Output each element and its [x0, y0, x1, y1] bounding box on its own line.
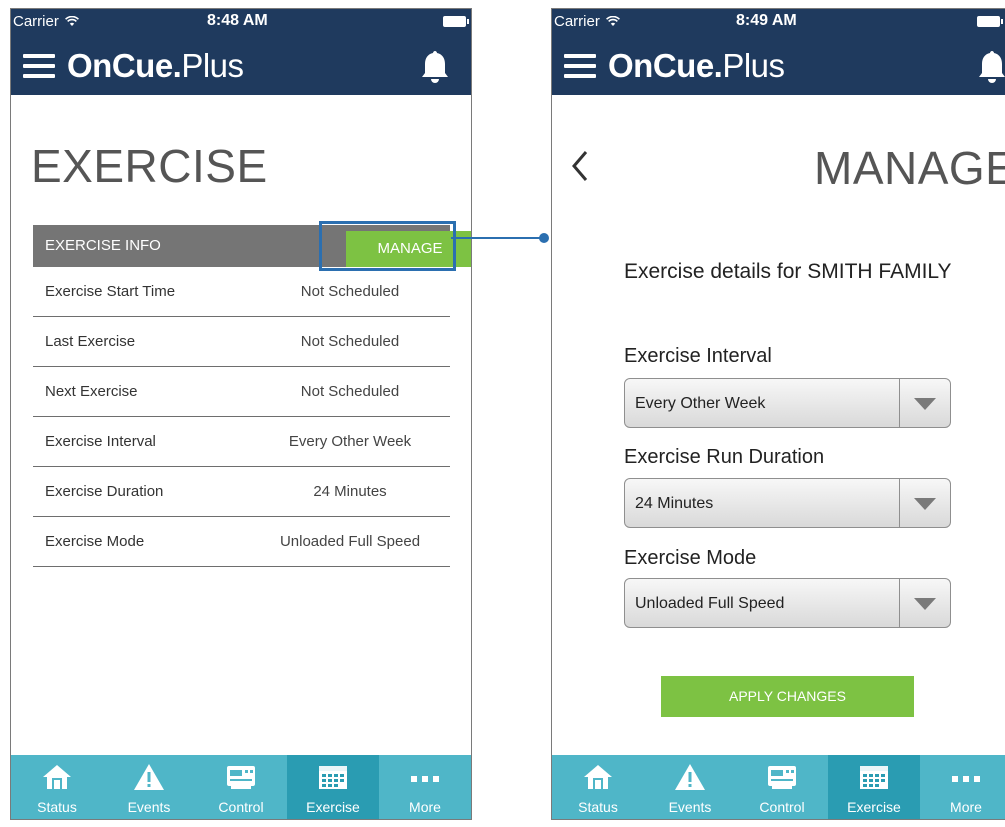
warning-icon — [133, 763, 165, 791]
info-row-value: Not Scheduled — [300, 383, 400, 400]
info-row: Next Exercise Not Scheduled — [33, 367, 450, 417]
calendar-icon — [317, 763, 349, 791]
app-header: Carrier 8:49 AM OnCue.Plus — [552, 9, 1005, 95]
select-divider — [899, 579, 900, 627]
wifi-icon — [606, 16, 620, 26]
hamburger-menu-icon[interactable] — [564, 54, 596, 78]
more-dots-icon — [950, 763, 982, 791]
exercise-mode-label: Exercise Mode — [624, 547, 757, 569]
tab-label: Exercise — [847, 799, 901, 815]
exercise-run-duration-select[interactable]: 24 Minutes — [624, 478, 951, 528]
control-panel-icon — [225, 763, 257, 791]
back-chevron-icon[interactable] — [570, 149, 590, 183]
carrier-label: Carrier — [554, 13, 620, 30]
manage-screen: Carrier 8:49 AM OnCue.Plus MANAGE Exerci… — [551, 8, 1005, 820]
dropdown-arrow-icon — [914, 598, 936, 610]
info-row-label: Last Exercise — [45, 333, 136, 350]
info-row-value: Not Scheduled — [300, 283, 400, 300]
tab-label: Events — [127, 799, 171, 815]
more-dots-icon — [409, 763, 441, 791]
info-row-label: Exercise Mode — [45, 533, 145, 550]
control-panel-icon — [766, 763, 798, 791]
info-row: Exercise Interval Every Other Week — [33, 417, 450, 467]
status-bar: Carrier 8:49 AM — [552, 9, 1005, 35]
info-row-label: Exercise Start Time — [45, 283, 176, 300]
tab-status[interactable]: Status — [11, 755, 103, 819]
dropdown-arrow-icon — [914, 498, 936, 510]
tab-label: Status — [578, 799, 618, 815]
exercise-info-table: Exercise Start Time Not Scheduled Last Exe… — [33, 267, 450, 567]
select-divider — [899, 379, 900, 427]
battery-icon — [977, 16, 1003, 27]
status-bar: Carrier 8:48 AM — [11, 9, 471, 35]
exercise-interval-label: Exercise Interval — [624, 345, 772, 367]
exercise-screen: Carrier 8:48 AM OnCue.Plus EXERCISE EXER… — [10, 8, 472, 820]
info-row-label: Next Exercise — [45, 383, 138, 400]
wifi-icon — [65, 16, 79, 26]
info-row-value: Not Scheduled — [300, 333, 400, 350]
details-heading: Exercise details for SMITH FAMILY — [624, 260, 952, 283]
tab-label: Status — [37, 799, 77, 815]
bell-icon[interactable] — [420, 49, 450, 85]
tab-control[interactable]: Control — [195, 755, 287, 819]
tab-events[interactable]: Events — [103, 755, 195, 819]
tab-bar: Status Events Control Exercise More — [11, 755, 471, 819]
warning-icon — [674, 763, 706, 791]
info-row-label: Exercise Interval — [45, 433, 156, 450]
tab-exercise[interactable]: Exercise — [828, 755, 920, 819]
clock: 8:49 AM — [736, 12, 797, 29]
info-row: Exercise Duration 24 Minutes — [33, 467, 450, 517]
section-title: EXERCISE INFO — [45, 237, 161, 254]
tab-exercise[interactable]: Exercise — [287, 755, 379, 819]
tab-label: More — [950, 799, 982, 815]
info-row-value: Every Other Week — [288, 433, 412, 450]
select-value: 24 Minutes — [635, 495, 714, 512]
tab-label: Control — [218, 799, 264, 815]
tab-status[interactable]: Status — [552, 755, 644, 819]
app-header: Carrier 8:48 AM OnCue.Plus — [11, 9, 471, 95]
page-title: MANAGE — [814, 142, 1005, 194]
brand-logo: OnCue.Plus — [608, 47, 785, 84]
tab-more[interactable]: More — [920, 755, 1005, 819]
tab-label: Events — [668, 799, 712, 815]
exercise-run-duration-label: Exercise Run Duration — [624, 446, 825, 468]
callout-connector-dot — [539, 233, 549, 243]
home-icon — [41, 763, 73, 791]
clock: 8:48 AM — [207, 12, 268, 29]
tab-label: Control — [759, 799, 805, 815]
apply-changes-button[interactable]: APPLY CHANGES — [661, 676, 914, 717]
page-title: EXERCISE — [31, 140, 268, 192]
battery-icon — [443, 16, 469, 27]
select-value: Unloaded Full Speed — [635, 595, 785, 612]
info-row: Exercise Start Time Not Scheduled — [33, 267, 450, 317]
tab-events[interactable]: Events — [644, 755, 736, 819]
tab-label: Exercise — [306, 799, 360, 815]
info-row-value: 24 Minutes — [313, 483, 387, 500]
home-icon — [582, 763, 614, 791]
info-row: Last Exercise Not Scheduled — [33, 317, 450, 367]
callout-connector-line — [451, 237, 543, 239]
calendar-icon — [858, 763, 890, 791]
tab-bar: Status Events Control Exercise More — [552, 755, 1005, 819]
exercise-mode-select[interactable]: Unloaded Full Speed — [624, 578, 951, 628]
info-row: Exercise Mode Unloaded Full Speed — [33, 517, 450, 567]
select-divider — [899, 479, 900, 527]
select-value: Every Other Week — [635, 395, 766, 412]
hamburger-menu-icon[interactable] — [23, 54, 55, 78]
tab-label: More — [409, 799, 441, 815]
bell-icon[interactable] — [977, 49, 1005, 85]
exercise-info-header: EXERCISE INFO MANAGE — [33, 225, 471, 267]
info-row-value: Unloaded Full Speed — [279, 533, 421, 550]
dropdown-arrow-icon — [914, 398, 936, 410]
exercise-interval-select[interactable]: Every Other Week — [624, 378, 951, 428]
brand-logo: OnCue.Plus — [67, 47, 244, 84]
info-row-label: Exercise Duration — [45, 483, 164, 500]
tab-control[interactable]: Control — [736, 755, 828, 819]
carrier-label: Carrier — [13, 13, 79, 30]
tab-more[interactable]: More — [379, 755, 471, 819]
